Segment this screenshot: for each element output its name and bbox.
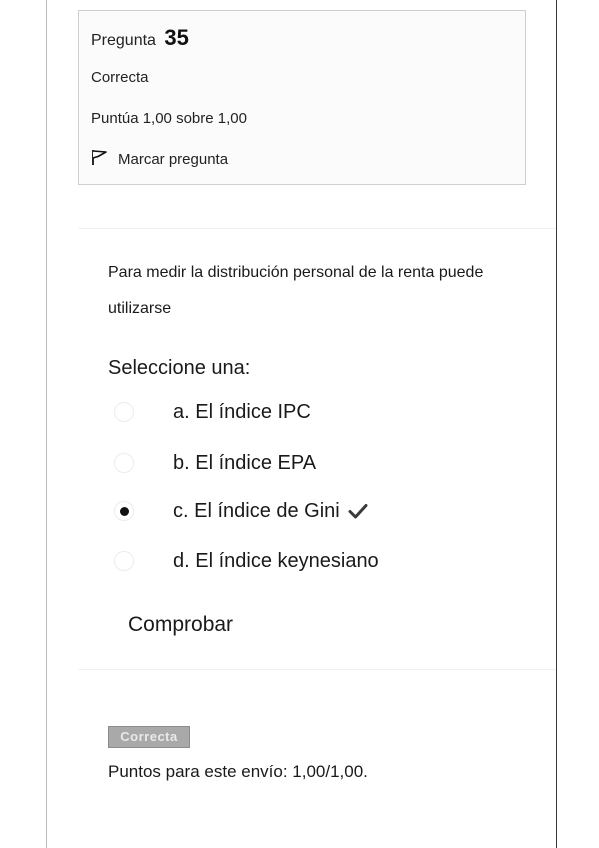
- question-content: Para medir la distribución personal de l…: [78, 228, 556, 670]
- option-label: a. El índice IPC: [173, 400, 311, 423]
- result-badge: Correcta: [108, 726, 190, 748]
- answer-prompt: Seleccione una:: [108, 357, 251, 379]
- option-c[interactable]: c. El índice de Gini: [114, 496, 368, 526]
- option-b[interactable]: b. El índice EPA: [114, 448, 316, 478]
- question-number: Pregunta 35: [91, 25, 189, 51]
- flag-question-link[interactable]: Marcar pregunta: [91, 149, 228, 170]
- quiz-page: Pregunta 35 Correcta Puntúa 1,00 sobre 1…: [0, 0, 599, 848]
- radio-a[interactable]: [114, 402, 134, 422]
- radio-b[interactable]: [114, 453, 134, 473]
- question-text: Para medir la distribución personal de l…: [108, 264, 484, 317]
- check-button[interactable]: Comprobar: [128, 613, 233, 637]
- question-grade: Puntúa 1,00 sobre 1,00: [91, 110, 247, 127]
- option-label: b. El índice EPA: [173, 451, 317, 474]
- question-state: Correcta: [91, 69, 149, 86]
- question-number-value: 35: [164, 25, 189, 50]
- right-border: [556, 0, 557, 848]
- question-label: Pregunta: [91, 32, 156, 49]
- option-label: c. El índice de Gini: [173, 499, 340, 522]
- option-label: d. El índice keynesiano: [173, 549, 379, 572]
- option-d[interactable]: d. El índice keynesiano: [114, 546, 379, 576]
- points-text: Puntos para este envío: 1,00/1,00.: [108, 762, 368, 781]
- radio-c[interactable]: [114, 501, 134, 521]
- check-icon: [348, 503, 368, 519]
- radio-d[interactable]: [114, 551, 134, 571]
- option-a[interactable]: a. El índice IPC: [114, 397, 311, 427]
- question-info-panel: Pregunta 35 Correcta Puntúa 1,00 sobre 1…: [78, 10, 526, 185]
- flag-label: Marcar pregunta: [118, 151, 229, 168]
- flag-icon: [91, 149, 118, 170]
- left-border: [46, 0, 47, 848]
- option-c-label-wrap: c. El índice de Gini: [173, 500, 368, 523]
